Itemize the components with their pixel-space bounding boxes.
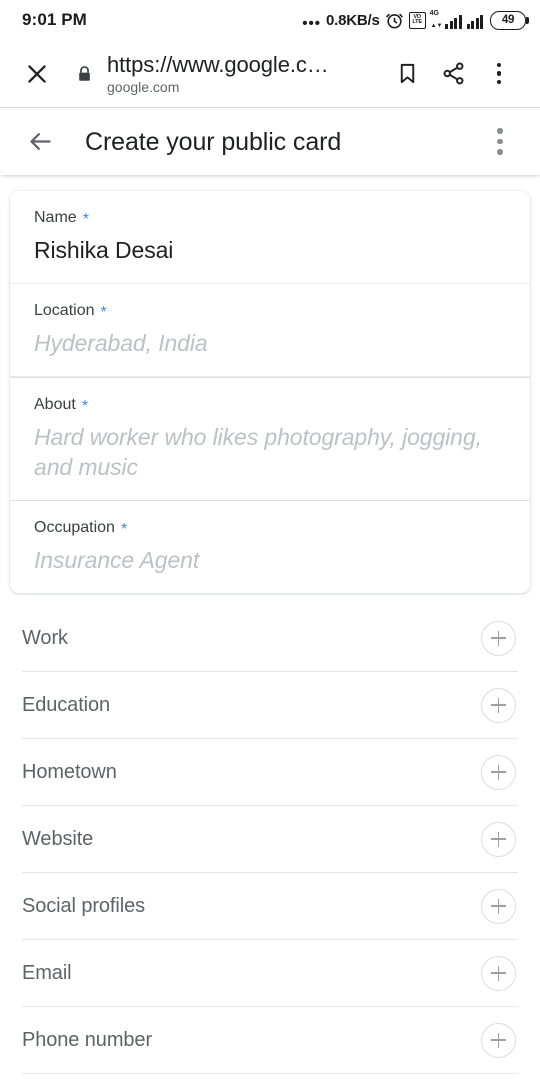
field-about-label-text: About (34, 396, 76, 413)
plus-icon (491, 697, 506, 713)
field-about-label: About * (34, 395, 506, 415)
browser-toolbar: https://www.google.c… google.com (0, 40, 540, 108)
field-location-label-text: Location (34, 302, 95, 319)
page-content: Name * Rishika Desai Location * Hyderaba… (0, 175, 540, 1080)
share-icon[interactable] (430, 51, 476, 97)
back-arrow-icon[interactable] (20, 122, 60, 162)
field-name-label: Name * (34, 208, 506, 228)
list-item-label: Hometown (22, 761, 117, 783)
bookmark-icon[interactable] (384, 51, 430, 97)
sim1-signal-icon: 4G ▲▼ (430, 10, 462, 29)
field-name-label-text: Name (34, 209, 77, 226)
list-item-label: Social profiles (22, 895, 146, 917)
network-activity-dots-icon: ••• (302, 14, 321, 32)
list-item-website[interactable]: Website (22, 806, 518, 873)
add-work-button[interactable] (481, 620, 516, 656)
close-icon[interactable] (20, 57, 54, 91)
list-item-label: Work (22, 627, 68, 649)
field-about-input[interactable]: Hard worker who likes photography, joggi… (34, 422, 506, 482)
field-occupation-input[interactable]: Insurance Agent (34, 545, 506, 575)
list-item-label: Website (22, 828, 94, 850)
required-asterisk: * (100, 304, 107, 321)
field-occupation-label: Occupation * (34, 518, 506, 538)
list-item-label: Phone number (22, 1029, 153, 1051)
list-item-email[interactable]: Email (22, 940, 518, 1007)
status-bar-clock: 9:01 PM (22, 10, 87, 29)
list-item-hometown[interactable]: Hometown (22, 739, 518, 806)
plus-icon (491, 1032, 506, 1048)
status-bar-indicators: ••• 0.8KB/s VO LTE 4G ▲▼ 49 (302, 10, 529, 32)
required-asterisk: * (82, 211, 89, 228)
add-hometown-button[interactable] (481, 754, 516, 790)
list-item-label: Education (22, 694, 111, 716)
battery-level-label: 49 (501, 14, 515, 26)
browser-actions (384, 51, 522, 97)
url-bar[interactable]: https://www.google.c… google.com (107, 52, 384, 96)
field-location-label: Location * (34, 301, 506, 321)
app-overflow-menu-icon[interactable] (480, 120, 520, 164)
page-title: Create your public card (85, 127, 342, 156)
required-asterisk: * (120, 521, 128, 538)
add-social-profiles-button[interactable] (481, 888, 516, 924)
required-footnote: * Required (0, 1074, 540, 1080)
plus-icon (491, 965, 506, 981)
network-speed-label: 0.8KB/s (325, 11, 380, 29)
battery-icon: 49 (490, 10, 529, 30)
plus-icon (491, 898, 506, 914)
url-text: https://www.google.c… (107, 51, 329, 77)
plus-icon (491, 764, 506, 780)
status-bar: 9:01 PM ••• 0.8KB/s VO LTE 4G ▲▼ 49 (0, 0, 540, 40)
list-item-label: Email (22, 962, 72, 984)
list-item-education[interactable]: Education (22, 672, 518, 739)
profile-form-card: Name * Rishika Desai Location * Hyderaba… (10, 191, 530, 593)
field-name[interactable]: Name * Rishika Desai (10, 191, 530, 284)
alarm-icon (385, 11, 404, 30)
field-location-input[interactable]: Hyderabad, India (34, 328, 506, 358)
volte-icon: VO LTE (408, 11, 426, 29)
lock-icon (74, 64, 94, 84)
browser-overflow-menu-icon[interactable] (476, 51, 522, 97)
plus-icon (491, 831, 506, 847)
sim2-signal-icon (466, 12, 483, 29)
field-about[interactable]: About * Hard worker who likes photograph… (10, 377, 530, 501)
required-asterisk: * (81, 398, 89, 415)
url-host-text: google.com (107, 78, 180, 95)
add-website-button[interactable] (481, 821, 516, 857)
optional-sections-list: Work Education Hometown Website Social p (0, 605, 540, 1074)
plus-icon (491, 630, 506, 646)
list-item-phone-number[interactable]: Phone number (22, 1007, 518, 1074)
app-bar: Create your public card (0, 108, 540, 175)
list-item-social-profiles[interactable]: Social profiles (22, 873, 518, 940)
list-item-work[interactable]: Work (22, 605, 518, 672)
add-phone-number-button[interactable] (481, 1022, 516, 1058)
field-name-input[interactable]: Rishika Desai (34, 235, 506, 265)
field-location[interactable]: Location * Hyderabad, India (10, 284, 530, 377)
field-occupation[interactable]: Occupation * Insurance Agent (10, 501, 530, 593)
field-occupation-label-text: Occupation (34, 519, 115, 536)
add-education-button[interactable] (481, 687, 516, 723)
add-email-button[interactable] (481, 955, 516, 991)
